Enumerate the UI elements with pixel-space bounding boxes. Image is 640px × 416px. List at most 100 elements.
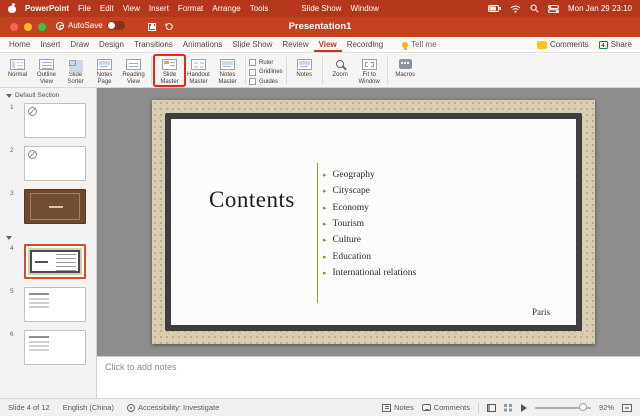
gridlines-checkbox[interactable]: Gridlines bbox=[249, 69, 283, 76]
wifi-icon[interactable] bbox=[510, 5, 521, 13]
menu-item-edit[interactable]: Edit bbox=[100, 4, 114, 13]
share-button[interactable]: Share bbox=[599, 40, 632, 49]
hidden-slide-icon bbox=[28, 107, 37, 116]
slide-footer-paris[interactable]: Paris bbox=[532, 307, 550, 317]
normal-view-button[interactable]: Normal bbox=[3, 56, 32, 79]
control-center-icon[interactable] bbox=[548, 5, 559, 13]
ruler-label: Ruler bbox=[259, 60, 273, 66]
bullet-item: ▸ Geography bbox=[323, 167, 416, 183]
tab-review[interactable]: Review bbox=[277, 37, 313, 52]
zoom-percent[interactable]: 92% bbox=[599, 403, 614, 412]
bullet-item: ▸ Education bbox=[323, 248, 416, 264]
notes-page-button[interactable]: Notes Page bbox=[90, 56, 119, 85]
zoom-button[interactable]: Zoom bbox=[326, 56, 355, 79]
slide-thumbnail-1[interactable] bbox=[24, 103, 86, 138]
notes-master-label: Notes Master bbox=[213, 72, 242, 85]
menu-item-arrange[interactable]: Arrange bbox=[212, 4, 240, 13]
menu-item-file[interactable]: File bbox=[78, 4, 91, 13]
notes-pane[interactable]: Click to add notes bbox=[97, 356, 640, 398]
fit-slide-to-window-button[interactable] bbox=[622, 404, 632, 412]
comments-button[interactable]: Comments bbox=[537, 40, 589, 49]
slide-row-4: 4 bbox=[0, 244, 90, 280]
view-slideshow-icon[interactable] bbox=[521, 404, 527, 412]
status-comments-button[interactable]: Comments bbox=[422, 403, 470, 412]
slide-number: 5 bbox=[10, 288, 14, 295]
notes-master-button[interactable]: Notes Master bbox=[213, 56, 242, 85]
window-controls bbox=[10, 23, 46, 31]
slide-thumbnail-6[interactable] bbox=[24, 330, 86, 365]
section-header-2[interactable] bbox=[0, 232, 96, 242]
menu-item-format[interactable]: Format bbox=[178, 4, 203, 13]
view-slide-sorter-icon[interactable] bbox=[504, 404, 513, 412]
undo-icon[interactable] bbox=[164, 22, 173, 31]
slide-master-button[interactable]: Slide Master bbox=[155, 56, 184, 85]
guides-checkbox[interactable]: Guides bbox=[249, 78, 283, 85]
bullet-text: Geography bbox=[333, 170, 375, 180]
slide-number: 1 bbox=[10, 104, 14, 111]
tab-home[interactable]: Home bbox=[4, 37, 35, 52]
menu-item-tools[interactable]: Tools bbox=[250, 4, 269, 13]
macros-button[interactable]: Macros bbox=[391, 56, 420, 79]
tab-design[interactable]: Design bbox=[94, 37, 129, 52]
minimize-window-button[interactable] bbox=[24, 23, 32, 31]
slide-master-icon bbox=[162, 59, 177, 70]
menu-item-window[interactable]: Window bbox=[350, 4, 378, 13]
tab-animations[interactable]: Animations bbox=[178, 37, 228, 52]
tell-me-button[interactable]: Tell me bbox=[402, 40, 436, 49]
menu-item-slide-show[interactable]: Slide Show bbox=[301, 4, 341, 13]
slide-sorter-button[interactable]: Slide Sorter bbox=[61, 56, 90, 85]
zoom-window-button[interactable] bbox=[38, 23, 46, 31]
zoom-slider[interactable] bbox=[535, 407, 591, 409]
battery-icon[interactable] bbox=[488, 5, 501, 12]
apple-logo-icon[interactable] bbox=[8, 4, 16, 13]
reading-view-button[interactable]: Reading View bbox=[119, 56, 148, 85]
slide-thumbnail-4-selected[interactable] bbox=[24, 244, 86, 279]
tab-recording[interactable]: Recording bbox=[342, 37, 388, 52]
current-slide[interactable]: Contents ▸ Geography ▸ Cityscape ▸ Econo… bbox=[152, 100, 595, 344]
fit-to-window-button[interactable]: Fit to Window bbox=[355, 56, 384, 85]
slide-thumbnail-3[interactable] bbox=[24, 189, 86, 224]
ruler-checkbox[interactable]: Ruler bbox=[249, 59, 283, 66]
status-accessibility[interactable]: Accessibility: Investigate bbox=[127, 403, 219, 412]
macros-label: Macros bbox=[395, 72, 415, 79]
autosave-toggle[interactable] bbox=[107, 21, 125, 30]
accessibility-icon bbox=[127, 404, 135, 412]
section-header-default[interactable]: Default Section bbox=[0, 88, 96, 101]
tab-insert[interactable]: Insert bbox=[35, 37, 65, 52]
tab-draw[interactable]: Draw bbox=[65, 37, 94, 52]
notes-button[interactable]: Notes bbox=[290, 56, 319, 79]
notes-page-icon bbox=[97, 59, 112, 70]
slide-number: 4 bbox=[10, 245, 14, 252]
hidden-slide-icon bbox=[28, 150, 37, 159]
outline-view-button[interactable]: Outline View bbox=[32, 56, 61, 85]
slide-sorter-icon bbox=[68, 59, 83, 70]
search-icon[interactable] bbox=[530, 4, 539, 13]
reading-view-label: Reading View bbox=[119, 72, 148, 85]
thumb-title-line bbox=[35, 261, 48, 263]
share-icon bbox=[599, 41, 608, 49]
tab-transitions[interactable]: Transitions bbox=[129, 37, 178, 52]
menu-clock[interactable]: Mon Jan 29 23:10 bbox=[568, 4, 632, 13]
slide-thumbnail-5[interactable] bbox=[24, 287, 86, 322]
menu-bar: PowerPoint File Edit View Insert Format … bbox=[0, 0, 640, 17]
normal-view-icon bbox=[10, 59, 25, 70]
tab-slide-show[interactable]: Slide Show bbox=[227, 37, 277, 52]
menu-item-view[interactable]: View bbox=[123, 4, 140, 13]
menu-item-insert[interactable]: Insert bbox=[149, 4, 169, 13]
outline-view-label: Outline View bbox=[32, 72, 61, 85]
thumb-bullet-lines bbox=[56, 254, 76, 272]
status-notes-button[interactable]: Notes bbox=[382, 403, 414, 412]
slide-sorter-label: Slide Sorter bbox=[61, 72, 90, 85]
view-normal-icon[interactable] bbox=[487, 404, 496, 412]
slide-thumbnail-2[interactable] bbox=[24, 146, 86, 181]
slide-title[interactable]: Contents bbox=[209, 187, 295, 213]
powerpoint-window: PowerPoint File Edit View Insert Format … bbox=[0, 0, 640, 416]
handout-master-button[interactable]: Handout Master bbox=[184, 56, 213, 85]
menu-app-name[interactable]: PowerPoint bbox=[25, 4, 69, 13]
tab-view[interactable]: View bbox=[314, 37, 342, 52]
bullet-list[interactable]: ▸ Geography ▸ Cityscape ▸ Economy ▸ Tour… bbox=[323, 167, 416, 281]
save-icon[interactable] bbox=[148, 23, 156, 31]
close-window-button[interactable] bbox=[10, 23, 18, 31]
status-language[interactable]: English (China) bbox=[63, 403, 114, 412]
zoom-slider-handle[interactable] bbox=[579, 403, 587, 411]
